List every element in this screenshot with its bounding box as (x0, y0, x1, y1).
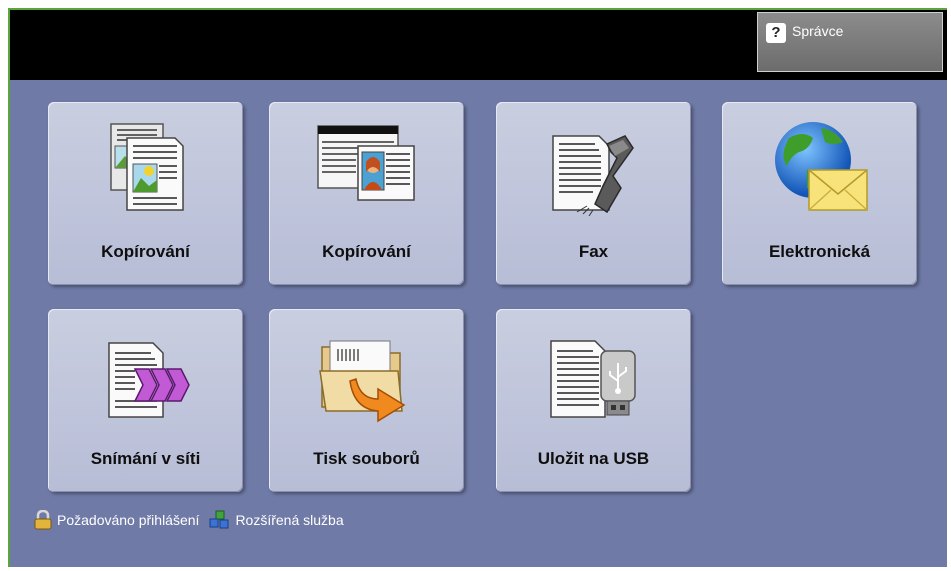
main-screen: ? Správce Kopírování Kopírování Fax Elek… (8, 8, 947, 567)
print-folder-icon (319, 340, 406, 423)
copy-tile[interactable]: Kopírování (48, 102, 243, 285)
login-required-label: Požadováno přihlášení (57, 512, 200, 528)
id-card-copy-tile[interactable]: Kopírování (269, 102, 464, 285)
tile-label: Uložit na USB (537, 449, 650, 468)
network-scan-icon (108, 342, 190, 418)
tile-label: Elektronická (768, 242, 871, 261)
fax-icon (552, 135, 634, 216)
copy-document-icon (110, 123, 184, 211)
fax-tile[interactable]: Fax (496, 102, 691, 285)
email-globe-icon (775, 122, 868, 211)
admin-button[interactable]: ? Správce (757, 12, 943, 72)
lock-icon (34, 510, 52, 530)
tile-label: Fax (578, 242, 609, 261)
top-bar: ? Správce (10, 10, 947, 80)
tile-label: Kopírování (322, 242, 411, 261)
tile-label: Tisk souborů (313, 449, 420, 468)
tile-label: Kopírování (101, 242, 190, 261)
print-files-tile[interactable]: Tisk souborů (269, 309, 464, 492)
question-mark-icon: ? (766, 23, 786, 43)
extended-service-icon (209, 510, 229, 529)
email-tile[interactable]: Elektronická (722, 102, 917, 285)
save-usb-tile[interactable]: Uložit na USB (496, 309, 691, 492)
legend: Požadováno přihlášení Rozšířená služba (34, 510, 344, 530)
network-scan-tile[interactable]: Snímání v síti (48, 309, 243, 492)
id-card-copy-icon (317, 125, 415, 201)
tile-label: Snímání v síti (90, 449, 201, 468)
extended-service-label: Rozšířená služba (235, 512, 344, 528)
admin-button-label: Správce (792, 23, 844, 39)
usb-save-icon (550, 340, 636, 418)
